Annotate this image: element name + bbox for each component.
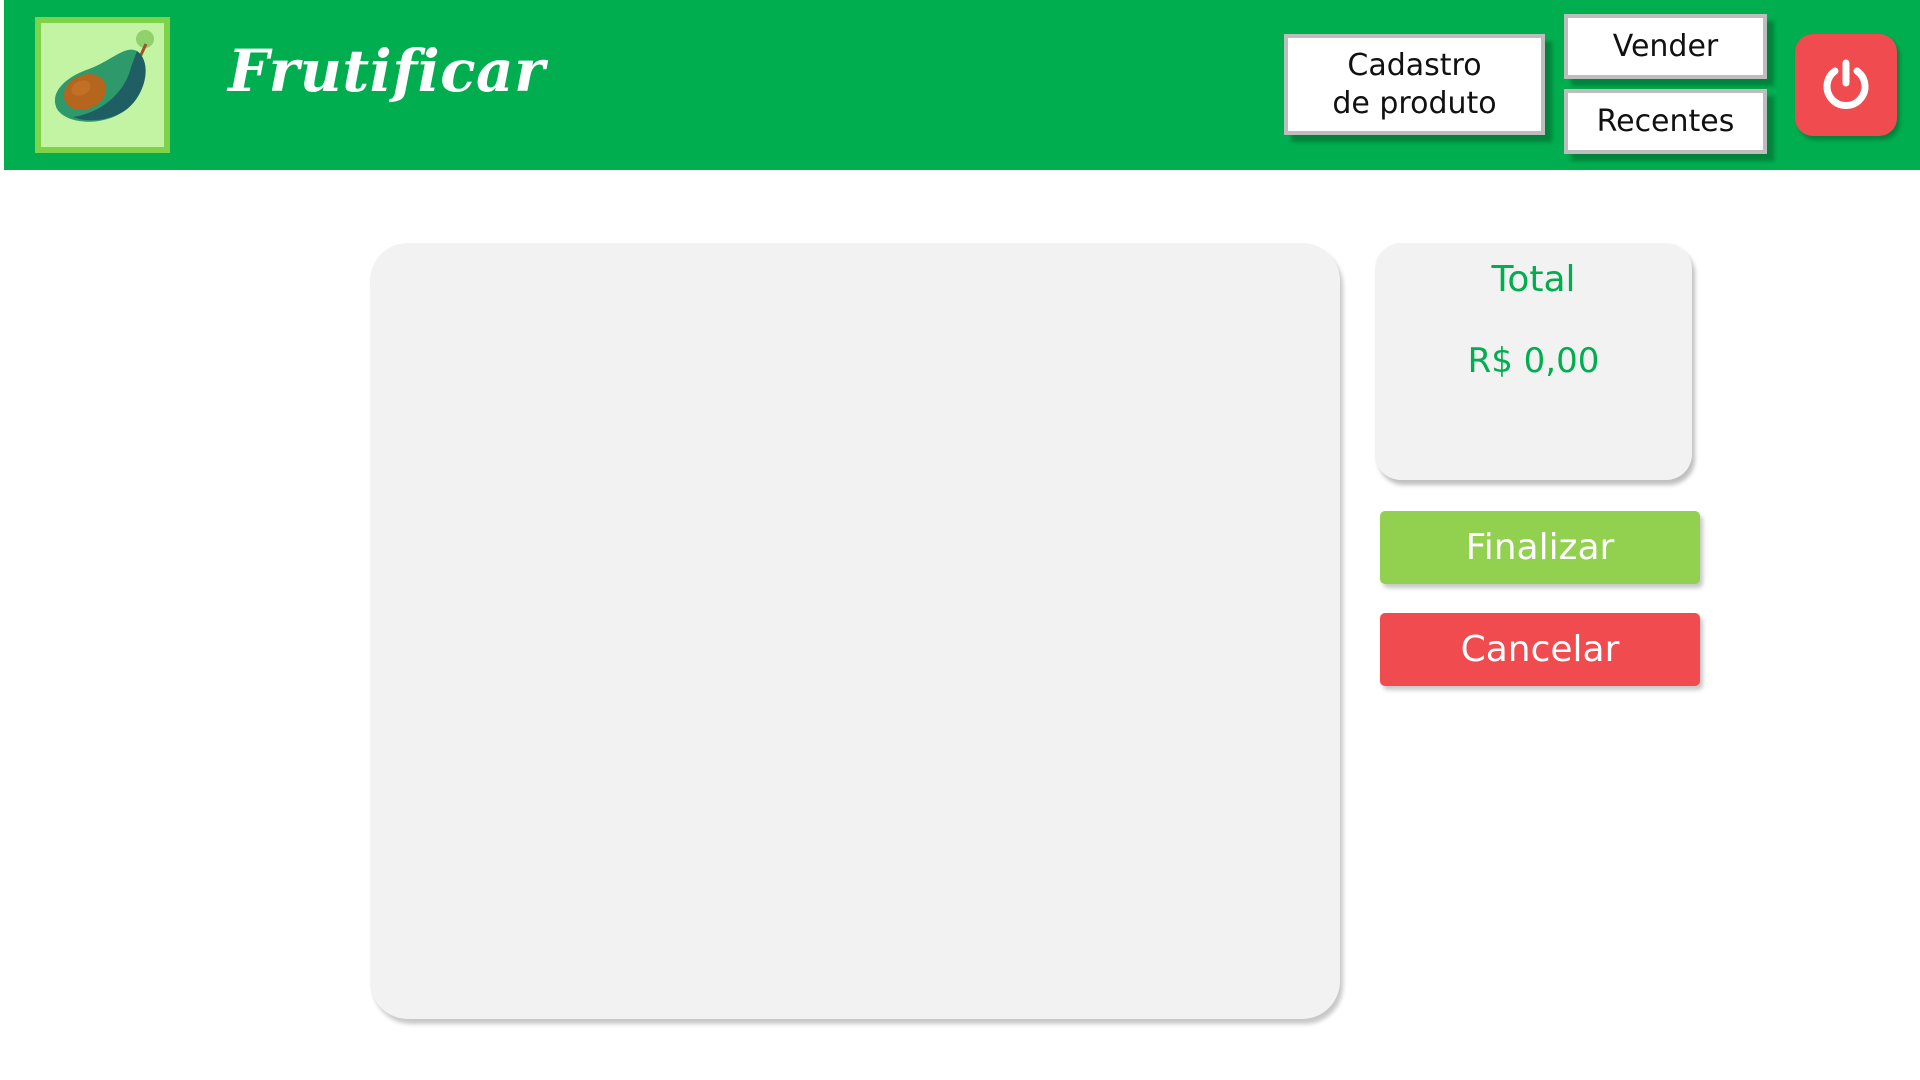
app-page: Frutificar Cadastro de produto Vender Re… [0,0,1920,1080]
total-label: Total [1491,259,1576,300]
avocado-icon [54,30,154,122]
app-title: Frutificar [228,37,546,105]
cadastro-produto-button[interactable]: Cadastro de produto [1284,34,1545,135]
sale-items-panel [370,243,1340,1019]
total-card: Total R$ 0,00 [1375,243,1692,480]
finalizar-button[interactable]: Finalizar [1380,511,1700,584]
top-bar: Frutificar Cadastro de produto Vender Re… [4,0,1920,170]
cancelar-button[interactable]: Cancelar [1380,613,1700,686]
power-button[interactable] [1795,34,1897,136]
total-value: R$ 0,00 [1467,341,1600,381]
vender-button[interactable]: Vender [1564,14,1767,79]
power-icon [1823,59,1869,109]
recentes-button[interactable]: Recentes [1564,89,1767,154]
app-logo [35,17,170,153]
